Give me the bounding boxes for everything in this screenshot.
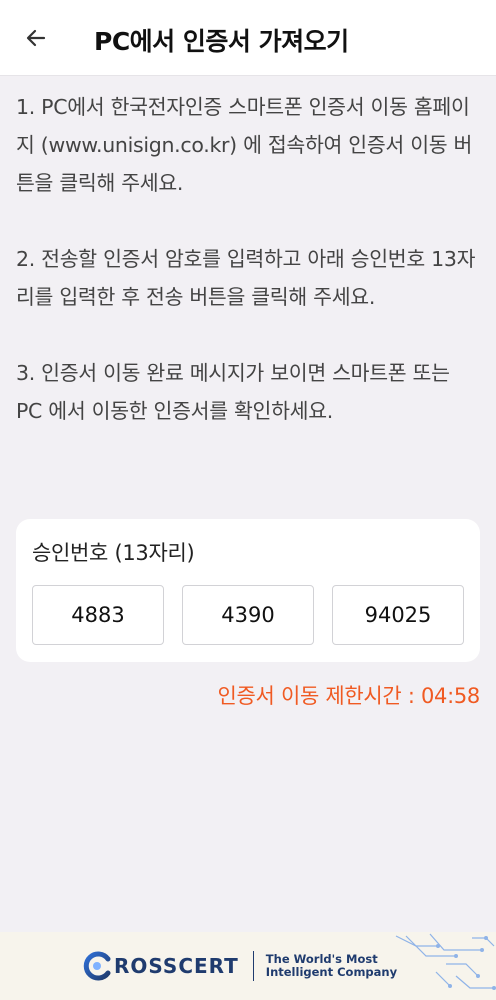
logo-divider: [252, 951, 254, 981]
footer-banner: ROSSCERT The World's Most Intelligent Co…: [0, 932, 496, 1000]
approval-number-label: 승인번호 (13자리): [32, 541, 195, 565]
transfer-time-limit: 인증서 이동 제한시간 : 04:58: [217, 684, 481, 708]
crosscert-emblem-icon: [83, 951, 111, 981]
arrow-left-icon: [26, 29, 46, 47]
brand-name: ROSSCERT: [114, 954, 239, 978]
page-title: PC에서 인증서 가져오기: [94, 27, 349, 56]
instructions: 1. PC에서 한국전자인증 스마트폰 인증서 이동 홈페이지 (www.uni…: [16, 88, 480, 468]
approval-code-part-3: 94025: [332, 585, 464, 645]
app-bar: PC에서 인증서 가져오기: [0, 0, 496, 76]
back-button[interactable]: [16, 18, 56, 58]
tagline-line-2: Intelligent Company: [265, 965, 398, 979]
crosscert-logo: ROSSCERT The World's Most Intelligent Co…: [82, 948, 397, 984]
approval-code-part-1: 4883: [32, 585, 164, 645]
tagline: The World's Most Intelligent Company: [266, 953, 397, 979]
instruction-step-2: 2. 전송할 인증서 암호를 입력하고 아래 승인번호 13자리를 입력한 후 …: [16, 247, 476, 309]
circuit-decoration-icon: [395, 933, 496, 990]
approval-code-part-2: 4390: [182, 585, 314, 645]
instruction-step-3: 3. 인증서 이동 완료 메시지가 보이면 스마트폰 또는 PC 에서 이동한 …: [16, 361, 450, 423]
instruction-step-1: 1. PC에서 한국전자인증 스마트폰 인증서 이동 홈페이지 (www.uni…: [16, 95, 473, 195]
approval-number-card: 승인번호 (13자리) 4883 4390 94025: [16, 519, 480, 662]
